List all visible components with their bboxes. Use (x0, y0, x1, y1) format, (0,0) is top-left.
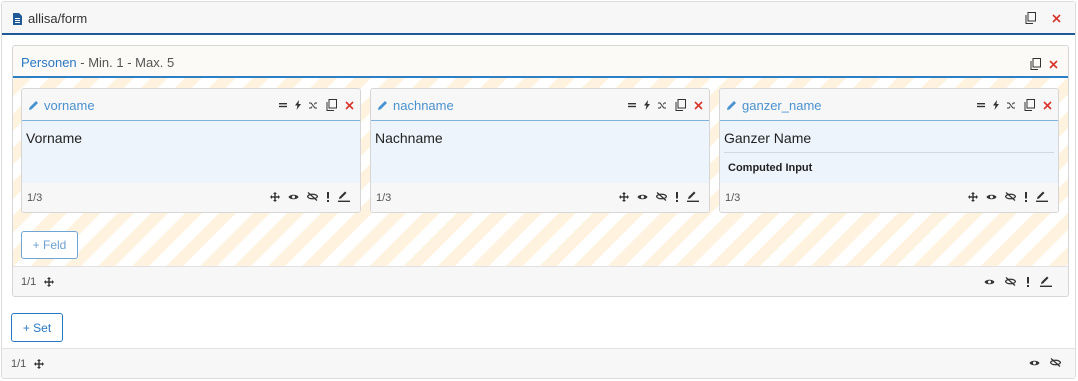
set-panel: Personen - Min. 1 - Max. 5 vorname Vorna… (12, 45, 1069, 297)
document-icon (12, 12, 23, 25)
field-label: Ganzer Name (724, 130, 812, 146)
field-name: vorname (44, 98, 95, 113)
edit-icon[interactable] (338, 191, 350, 202)
equals-icon[interactable] (977, 102, 985, 108)
move-icon[interactable] (968, 191, 978, 202)
eye-icon[interactable] (984, 278, 995, 286)
field-name: nachname (393, 98, 454, 113)
computed-input-label: Computed Input (728, 162, 813, 174)
lightning-icon[interactable] (993, 100, 999, 110)
set-title: Personen - Min. 1 - Max. 5 (21, 55, 174, 70)
set-constraint: - Min. 1 - Max. 5 (76, 55, 175, 70)
lightning-icon[interactable] (295, 100, 301, 110)
field-label: Nachname (375, 130, 443, 146)
shuffle-icon[interactable] (1007, 101, 1016, 110)
field-name: ganzer_name (742, 98, 822, 113)
add-set-button[interactable]: + Set (11, 313, 63, 342)
field-card-footer: 1/3 (720, 183, 1058, 212)
eye-slash-icon[interactable] (307, 192, 318, 201)
field-count: 1/3 (725, 192, 741, 204)
exclamation-icon[interactable] (326, 191, 330, 202)
exclamation-icon[interactable] (1026, 276, 1030, 287)
eye-icon[interactable] (288, 193, 299, 201)
edit-icon[interactable] (687, 191, 699, 202)
eye-slash-icon[interactable] (1050, 358, 1061, 367)
set-footer: 1/1 (13, 266, 1068, 296)
field-count: 1/3 (376, 192, 392, 204)
form-title-group: allisa/form (12, 11, 87, 26)
close-icon[interactable] (694, 100, 703, 110)
close-icon[interactable] (345, 100, 354, 110)
close-icon[interactable] (1052, 13, 1061, 23)
close-icon[interactable] (1043, 100, 1052, 110)
lightning-icon[interactable] (644, 100, 650, 110)
eye-slash-icon[interactable] (1005, 277, 1016, 286)
copy-icon[interactable] (1024, 99, 1035, 111)
pencil-icon (726, 100, 737, 111)
copy-icon[interactable] (1030, 58, 1041, 70)
edit-icon[interactable] (1040, 276, 1052, 287)
copy-icon[interactable] (326, 99, 337, 111)
copy-icon[interactable] (675, 99, 686, 111)
pencil-icon (377, 100, 388, 111)
eye-slash-icon[interactable] (656, 192, 667, 201)
field-title-group[interactable]: vorname (28, 98, 95, 113)
field-count: 1/3 (27, 192, 43, 204)
move-icon[interactable] (44, 277, 55, 287)
pencil-icon (28, 100, 39, 111)
equals-icon[interactable] (279, 102, 287, 108)
form-panel: allisa/form Personen - Min. 1 - Max. 5 v… (1, 1, 1076, 379)
form-header: allisa/form (2, 2, 1075, 35)
move-icon[interactable] (270, 191, 280, 202)
equals-icon[interactable] (628, 102, 636, 108)
shuffle-icon[interactable] (309, 101, 318, 110)
field-card-header: ganzer_name (720, 89, 1058, 121)
field-card-footer: 1/3 (22, 183, 360, 212)
field-card-body: Vorname (22, 121, 360, 185)
eye-slash-icon[interactable] (1005, 192, 1016, 201)
add-field-button[interactable]: + Feld (21, 231, 78, 259)
field-title-group[interactable]: ganzer_name (726, 98, 822, 113)
field-card: vorname Vorname 1/3 (21, 88, 361, 213)
field-title-group[interactable]: nachname (377, 98, 454, 113)
edit-icon[interactable] (1036, 191, 1048, 202)
form-title: allisa/form (28, 11, 88, 26)
eye-icon[interactable] (637, 193, 648, 201)
field-card-body: Nachname (371, 121, 709, 185)
move-icon[interactable] (34, 359, 45, 369)
close-icon[interactable] (1049, 59, 1058, 69)
exclamation-icon[interactable] (675, 191, 679, 202)
copy-icon[interactable] (1025, 12, 1036, 24)
field-card: ganzer_name Ganzer Name Computed Input 1… (719, 88, 1059, 213)
form-footer: 1/1 (2, 348, 1075, 378)
field-label: Vorname (26, 130, 83, 146)
move-icon[interactable] (619, 191, 629, 202)
shuffle-icon[interactable] (658, 101, 667, 110)
eye-icon[interactable] (986, 193, 997, 201)
field-card-header: nachname (371, 89, 709, 121)
form-count: 1/1 (11, 358, 27, 370)
field-card: nachname Nachname 1/3 (370, 88, 710, 213)
set-count: 1/1 (21, 276, 37, 288)
exclamation-icon[interactable] (1024, 191, 1028, 202)
field-card-footer: 1/3 (371, 183, 709, 212)
divider (724, 152, 1054, 153)
set-header: Personen - Min. 1 - Max. 5 (13, 46, 1068, 78)
field-card-header: vorname (22, 89, 360, 121)
set-name-link[interactable]: Personen (21, 55, 77, 70)
field-card-body: Ganzer Name Computed Input (720, 121, 1058, 185)
eye-icon[interactable] (1029, 359, 1040, 367)
